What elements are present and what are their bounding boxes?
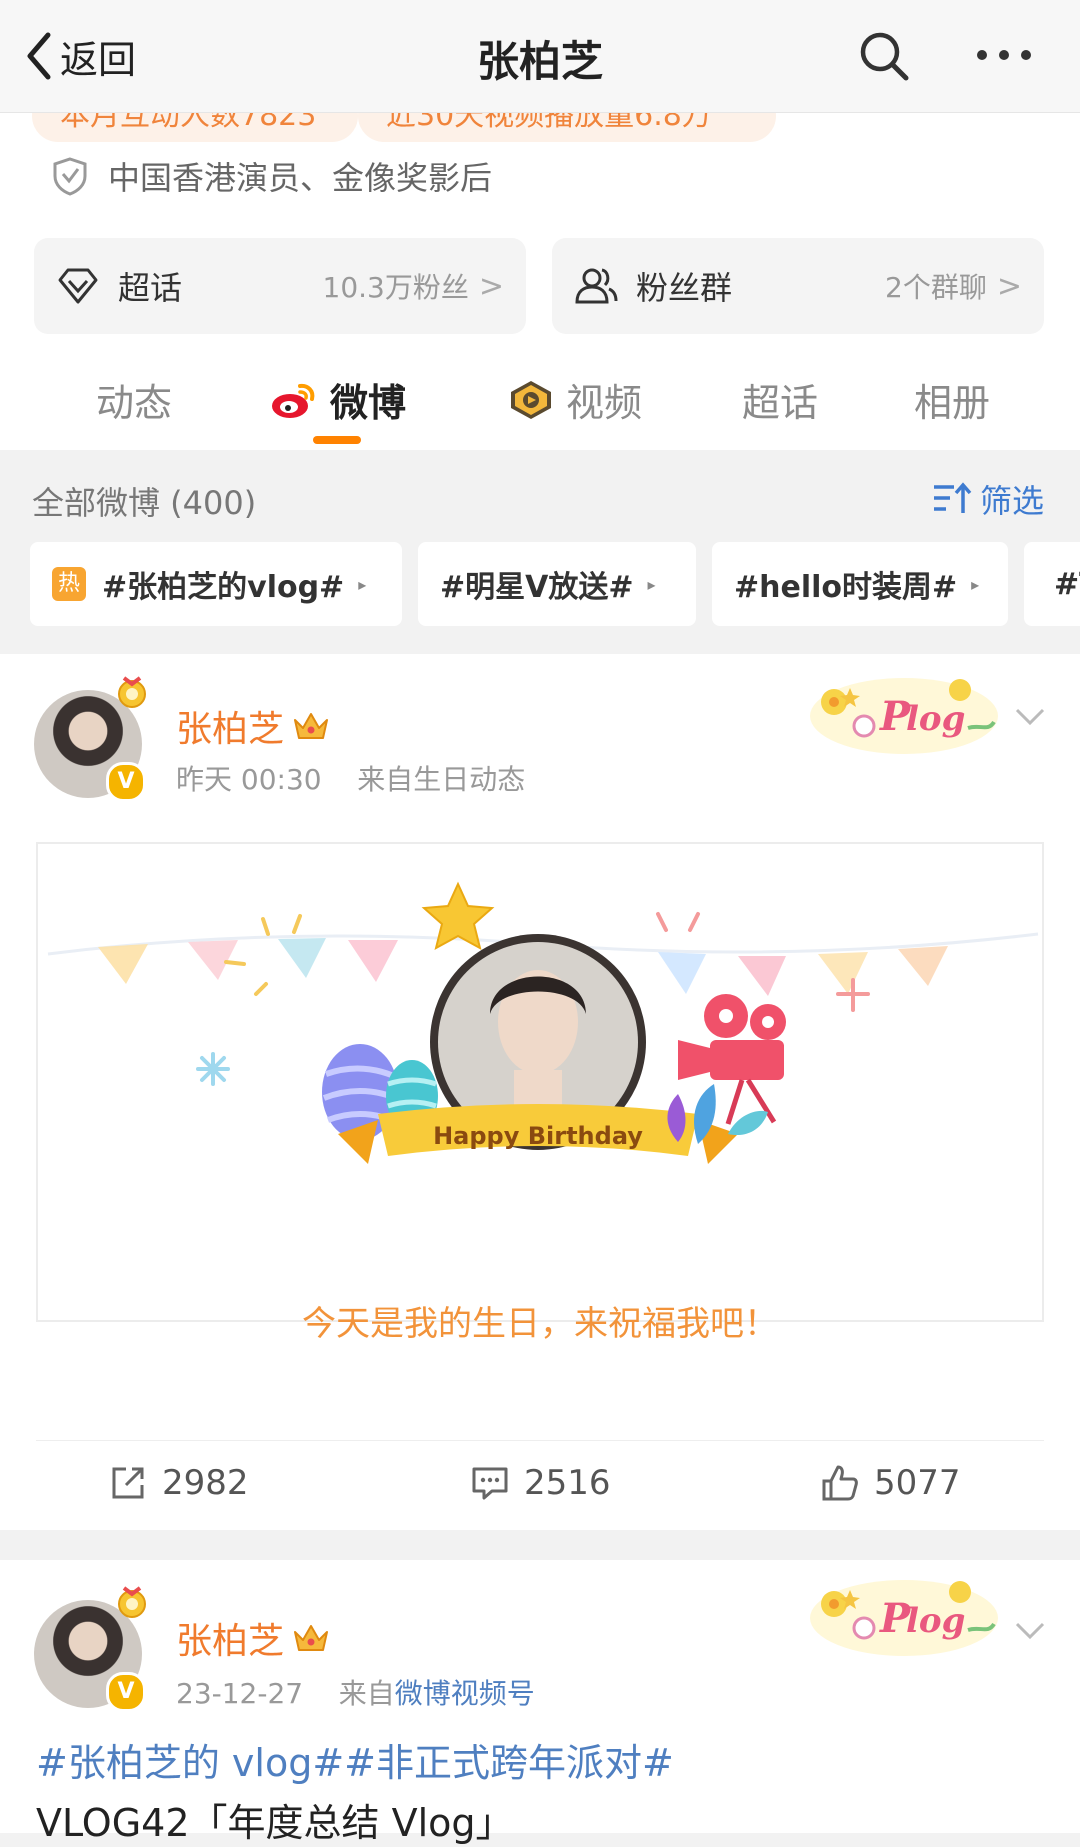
top-nav-bar: 返回 张柏芝	[0, 0, 1080, 113]
tab-video-label: 视频	[566, 381, 643, 425]
birthday-card[interactable]: Happy Birthday 今天是我的生日，来祝福我吧！	[36, 842, 1044, 1344]
diamond-icon	[58, 268, 98, 304]
birthday-message: 今天是我的生日，来祝福我吧！	[302, 1304, 778, 1344]
tab-super-topic-label: 超话	[742, 381, 819, 425]
filter-icon	[934, 482, 972, 513]
svg-text:log: log	[906, 1601, 965, 1641]
avatar[interactable]: V	[34, 676, 146, 802]
hashtag-label: #T	[1054, 566, 1080, 602]
ribbon-text: Happy Birthday	[433, 1122, 643, 1150]
like-button[interactable]: 5077	[820, 1463, 961, 1503]
post-topic-link[interactable]: #张柏芝的 vlog##非正式跨年派对#	[36, 1732, 674, 1787]
plog-badge-icon: P log	[810, 1580, 998, 1656]
filter-label: 筛选	[980, 482, 1045, 520]
hashtag-chip[interactable]: #明星V放送# ▸	[418, 542, 696, 626]
fan-group-label: 粉丝群	[636, 269, 733, 307]
verified-badge: V	[106, 1672, 146, 1712]
avatar[interactable]: V	[34, 1586, 146, 1712]
shield-icon	[53, 157, 87, 196]
active-tab-indicator	[313, 436, 361, 444]
like-icon	[822, 1465, 858, 1501]
chevron-down-icon[interactable]	[1014, 1620, 1046, 1642]
post-time: 23-12-27	[176, 1677, 304, 1710]
tab-album-label: 相册	[914, 381, 991, 425]
chevron-right-icon: >	[478, 268, 504, 304]
comment-count: 2516	[524, 1463, 611, 1503]
page-title: 张柏芝	[476, 37, 603, 86]
super-topic-card[interactable]: 超话 10.3万粉丝 >	[34, 238, 526, 334]
post-text: VLOG42「年度总结 Vlog」	[36, 1801, 514, 1845]
repost-icon	[112, 1467, 144, 1499]
post-source-prefix: 来自	[338, 1677, 395, 1710]
post-meta: 昨天 00:30 来自生日动态	[176, 758, 525, 798]
tab-album[interactable]: 相册	[914, 372, 990, 427]
post-time: 昨天 00:30	[176, 763, 322, 796]
post-author[interactable]: 张柏芝	[176, 700, 330, 752]
repost-button[interactable]: 2982	[108, 1463, 249, 1503]
weibo-logo-icon	[272, 383, 315, 418]
fan-group-card[interactable]: 粉丝群 2个群聊 >	[552, 238, 1044, 334]
tab-weibo[interactable]: 微博	[270, 372, 406, 427]
triangle-right-icon: ▸	[647, 574, 656, 594]
post-source-prefix: 来自	[357, 763, 414, 796]
like-count: 5077	[874, 1463, 961, 1503]
triangle-right-icon: ▸	[358, 574, 367, 594]
group-icon	[575, 268, 618, 304]
filter-button[interactable]: 筛选	[932, 476, 1044, 522]
plog-badge-icon: P log	[810, 678, 998, 754]
search-icon[interactable]	[856, 28, 912, 84]
verification-text: 中国香港演员、金像奖影后	[108, 159, 493, 197]
post-source[interactable]: 生日动态	[413, 763, 525, 796]
post-author-name: 张柏芝	[176, 709, 285, 750]
tab-dynamic[interactable]: 动态	[96, 372, 172, 427]
hashtag-chip[interactable]: #hello时装周# ▸	[712, 542, 1008, 626]
verification-row: 中国香港演员、金像奖影后	[52, 154, 492, 198]
super-topic-count: 10.3万粉丝	[322, 271, 469, 304]
hashtag-label: #hello时装周#	[734, 570, 958, 605]
filter-bar: 全部微博 (400) 筛选 热 #张柏芝的vlog# ▸ #明星V放送# ▸ #…	[0, 450, 1080, 654]
comment-button[interactable]: 2516	[470, 1463, 611, 1503]
tab-weibo-label: 微博	[330, 381, 407, 425]
profile-tabs: 动态 微博 视频 超话 相册	[0, 340, 1080, 450]
post-author-name: 张柏芝	[176, 1621, 285, 1662]
comment-icon	[472, 1467, 508, 1500]
medal-badge-icon	[118, 676, 146, 708]
svg-text:log: log	[906, 699, 965, 739]
post-author[interactable]: 张柏芝	[176, 1612, 330, 1664]
feed-post: V 张柏芝 23-12-27 来自微博视频号 P log #张柏芝的 vlog#…	[0, 1560, 1080, 1845]
all-posts-count: 全部微博 (400)	[32, 484, 257, 522]
hot-badge: 热	[52, 567, 86, 601]
hashtag-chip[interactable]: 热 #张柏芝的vlog# ▸	[30, 542, 402, 626]
post-meta: 23-12-27 来自微博视频号	[176, 1672, 535, 1712]
super-topic-label: 超话	[118, 269, 183, 307]
hashtag-label: #张柏芝的vlog#	[102, 570, 345, 605]
fan-group-count: 2个群聊	[885, 271, 987, 304]
medal-badge-icon	[118, 1586, 146, 1618]
birthday-illustration: Happy Birthday	[47, 881, 1039, 1164]
tab-dynamic-label: 动态	[96, 381, 173, 425]
tab-video[interactable]: 视频	[508, 372, 642, 427]
tab-super-topic[interactable]: 超话	[742, 372, 818, 427]
hashtag-label: #明星V放送#	[440, 570, 634, 605]
post-source[interactable]: 微博视频号	[395, 1677, 535, 1710]
feed-post: V 张柏芝 昨天 00:30 来自生日动态 P log Happy Birthd…	[0, 654, 1080, 1530]
chevron-down-icon[interactable]	[1014, 706, 1046, 728]
chevron-right-icon: >	[996, 268, 1022, 304]
crown-icon	[294, 713, 329, 739]
video-icon	[511, 380, 551, 419]
hashtag-chip[interactable]: #T	[1024, 542, 1080, 626]
repost-count: 2982	[162, 1463, 249, 1503]
crown-icon	[294, 1625, 329, 1651]
more-icon[interactable]	[974, 30, 1034, 80]
post-actions: 2982 2516 5077	[36, 1440, 1044, 1527]
triangle-right-icon: ▸	[971, 574, 980, 594]
verified-badge: V	[106, 762, 146, 802]
